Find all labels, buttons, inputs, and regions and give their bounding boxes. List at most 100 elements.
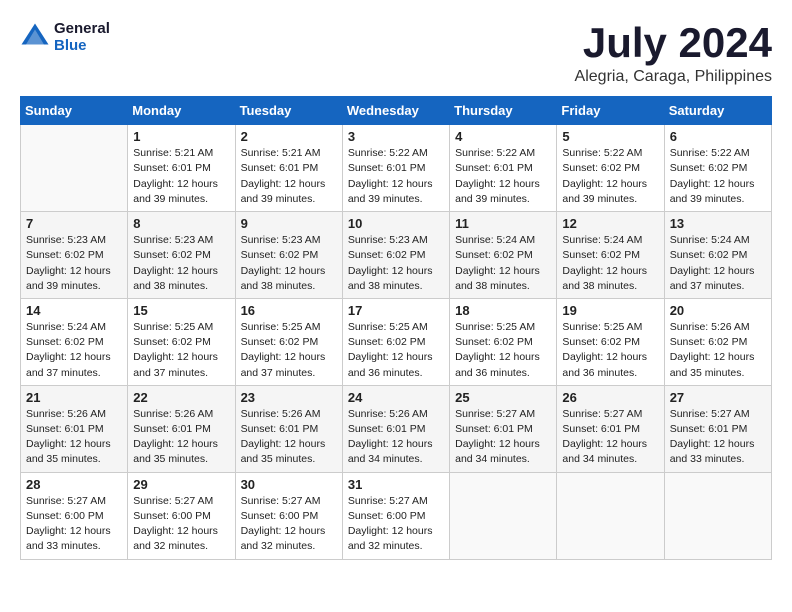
calendar-cell [21,125,128,212]
calendar-week-5: 28 Sunrise: 5:27 AM Sunset: 6:00 PM Dayli… [21,472,772,559]
day-info: Sunrise: 5:26 AM Sunset: 6:02 PM Dayligh… [670,320,766,381]
calendar-cell: 19Sunrise: 5:25 AM Sunset: 6:02 PM Dayli… [557,298,664,385]
calendar-week-1: 1 Sunrise: 5:21 AM Sunset: 6:01 PM Daylig… [21,125,772,212]
day-info: Sunrise: 5:27 AM Sunset: 6:00 PM Dayligh… [26,494,122,555]
day-info: Sunrise: 5:25 AM Sunset: 6:02 PM Dayligh… [133,320,229,381]
calendar-cell: 2 Sunrise: 5:21 AM Sunset: 6:01 PM Daylig… [235,125,342,212]
day-number: 6 [670,129,766,144]
day-info: Sunrise: 5:27 AM Sunset: 6:00 PM Dayligh… [348,494,444,555]
logo-icon [20,22,50,52]
day-number: 22 [133,390,229,405]
weekday-header-sunday: Sunday [21,97,128,125]
title-block: July 2024 Alegria, Caraga, Philippines [575,20,772,86]
day-number: 1 [133,129,229,144]
day-number: 10 [348,216,444,231]
day-info: Sunrise: 5:25 AM Sunset: 6:02 PM Dayligh… [241,320,337,381]
day-number: 25 [455,390,551,405]
calendar-table: SundayMondayTuesdayWednesdayThursdayFrid… [20,96,772,559]
weekday-header-thursday: Thursday [450,97,557,125]
day-number: 19 [562,303,658,318]
calendar-cell: 16 Sunrise: 5:25 AM Sunset: 6:02 PM Dayli… [235,298,342,385]
calendar-cell: 31 Sunrise: 5:27 AM Sunset: 6:00 PM Dayli… [342,472,449,559]
day-number: 28 [26,477,122,492]
day-info: Sunrise: 5:27 AM Sunset: 6:01 PM Dayligh… [455,407,551,468]
day-number: 5 [562,129,658,144]
calendar-week-3: 14Sunrise: 5:24 AM Sunset: 6:02 PM Dayli… [21,298,772,385]
calendar-cell: 8Sunrise: 5:23 AM Sunset: 6:02 PM Daylig… [128,212,235,299]
calendar-cell: 7Sunrise: 5:23 AM Sunset: 6:02 PM Daylig… [21,212,128,299]
calendar-cell: 27Sunrise: 5:27 AM Sunset: 6:01 PM Dayli… [664,385,771,472]
weekday-header-monday: Monday [128,97,235,125]
day-number: 20 [670,303,766,318]
day-info: Sunrise: 5:26 AM Sunset: 6:01 PM Dayligh… [133,407,229,468]
day-info: Sunrise: 5:23 AM Sunset: 6:02 PM Dayligh… [348,233,444,294]
day-info: Sunrise: 5:22 AM Sunset: 6:01 PM Dayligh… [348,146,444,207]
page-header: General Blue July 2024 Alegria, Caraga, … [20,20,772,86]
calendar-cell [557,472,664,559]
day-number: 2 [241,129,337,144]
calendar-cell: 26 Sunrise: 5:27 AM Sunset: 6:01 PM Dayli… [557,385,664,472]
weekday-header-tuesday: Tuesday [235,97,342,125]
calendar-cell: 28 Sunrise: 5:27 AM Sunset: 6:00 PM Dayli… [21,472,128,559]
month-title: July 2024 [575,20,772,66]
calendar-cell: 18Sunrise: 5:25 AM Sunset: 6:02 PM Dayli… [450,298,557,385]
day-number: 27 [670,390,766,405]
weekday-header-friday: Friday [557,97,664,125]
day-number: 9 [241,216,337,231]
day-info: Sunrise: 5:22 AM Sunset: 6:01 PM Dayligh… [455,146,551,207]
location: Alegria, Caraga, Philippines [575,68,772,86]
day-info: Sunrise: 5:27 AM Sunset: 6:00 PM Dayligh… [241,494,337,555]
day-number: 14 [26,303,122,318]
logo: General Blue [20,20,110,54]
day-info: Sunrise: 5:22 AM Sunset: 6:02 PM Dayligh… [670,146,766,207]
calendar-week-2: 7 Sunrise: 5:23 AM Sunset: 6:02 PM Daylig… [21,212,772,299]
weekday-header-wednesday: Wednesday [342,97,449,125]
calendar-cell [664,472,771,559]
weekday-header-saturday: Saturday [664,97,771,125]
day-info: Sunrise: 5:25 AM Sunset: 6:02 PM Dayligh… [348,320,444,381]
calendar-cell: 9 Sunrise: 5:23 AM Sunset: 6:02 PM Daylig… [235,212,342,299]
day-number: 31 [348,477,444,492]
calendar-cell: 20 Sunrise: 5:26 AM Sunset: 6:02 PM Dayli… [664,298,771,385]
day-info: Sunrise: 5:24 AM Sunset: 6:02 PM Dayligh… [562,233,658,294]
calendar-week-4: 21Sunrise: 5:26 AM Sunset: 6:01 PM Dayli… [21,385,772,472]
day-number: 29 [133,477,229,492]
day-number: 13 [670,216,766,231]
calendar-cell: 6 Sunrise: 5:22 AM Sunset: 6:02 PM Daylig… [664,125,771,212]
calendar-cell: 17Sunrise: 5:25 AM Sunset: 6:02 PM Dayli… [342,298,449,385]
calendar-cell: 24 Sunrise: 5:26 AM Sunset: 6:01 PM Dayli… [342,385,449,472]
day-info: Sunrise: 5:26 AM Sunset: 6:01 PM Dayligh… [348,407,444,468]
calendar-cell: 25 Sunrise: 5:27 AM Sunset: 6:01 PM Dayli… [450,385,557,472]
calendar-cell: 14Sunrise: 5:24 AM Sunset: 6:02 PM Dayli… [21,298,128,385]
day-info: Sunrise: 5:27 AM Sunset: 6:00 PM Dayligh… [133,494,229,555]
day-info: Sunrise: 5:26 AM Sunset: 6:01 PM Dayligh… [241,407,337,468]
calendar-cell: 5Sunrise: 5:22 AM Sunset: 6:02 PM Daylig… [557,125,664,212]
day-number: 23 [241,390,337,405]
day-number: 12 [562,216,658,231]
day-number: 26 [562,390,658,405]
calendar-cell: 22 Sunrise: 5:26 AM Sunset: 6:01 PM Dayli… [128,385,235,472]
calendar-cell: 30 Sunrise: 5:27 AM Sunset: 6:00 PM Dayli… [235,472,342,559]
day-info: Sunrise: 5:23 AM Sunset: 6:02 PM Dayligh… [133,233,229,294]
day-number: 11 [455,216,551,231]
day-number: 3 [348,129,444,144]
day-info: Sunrise: 5:21 AM Sunset: 6:01 PM Dayligh… [133,146,229,207]
day-number: 24 [348,390,444,405]
day-number: 4 [455,129,551,144]
day-number: 16 [241,303,337,318]
day-info: Sunrise: 5:24 AM Sunset: 6:02 PM Dayligh… [670,233,766,294]
calendar-cell: 1 Sunrise: 5:21 AM Sunset: 6:01 PM Daylig… [128,125,235,212]
day-number: 30 [241,477,337,492]
day-info: Sunrise: 5:26 AM Sunset: 6:01 PM Dayligh… [26,407,122,468]
day-info: Sunrise: 5:23 AM Sunset: 6:02 PM Dayligh… [241,233,337,294]
calendar-cell: 11 Sunrise: 5:24 AM Sunset: 6:02 PM Dayli… [450,212,557,299]
day-number: 7 [26,216,122,231]
day-number: 15 [133,303,229,318]
calendar-cell: 21Sunrise: 5:26 AM Sunset: 6:01 PM Dayli… [21,385,128,472]
calendar-cell: 15 Sunrise: 5:25 AM Sunset: 6:02 PM Dayli… [128,298,235,385]
calendar-cell: 4 Sunrise: 5:22 AM Sunset: 6:01 PM Daylig… [450,125,557,212]
calendar-cell: 12 Sunrise: 5:24 AM Sunset: 6:02 PM Dayli… [557,212,664,299]
day-info: Sunrise: 5:27 AM Sunset: 6:01 PM Dayligh… [562,407,658,468]
day-info: Sunrise: 5:24 AM Sunset: 6:02 PM Dayligh… [455,233,551,294]
day-info: Sunrise: 5:21 AM Sunset: 6:01 PM Dayligh… [241,146,337,207]
